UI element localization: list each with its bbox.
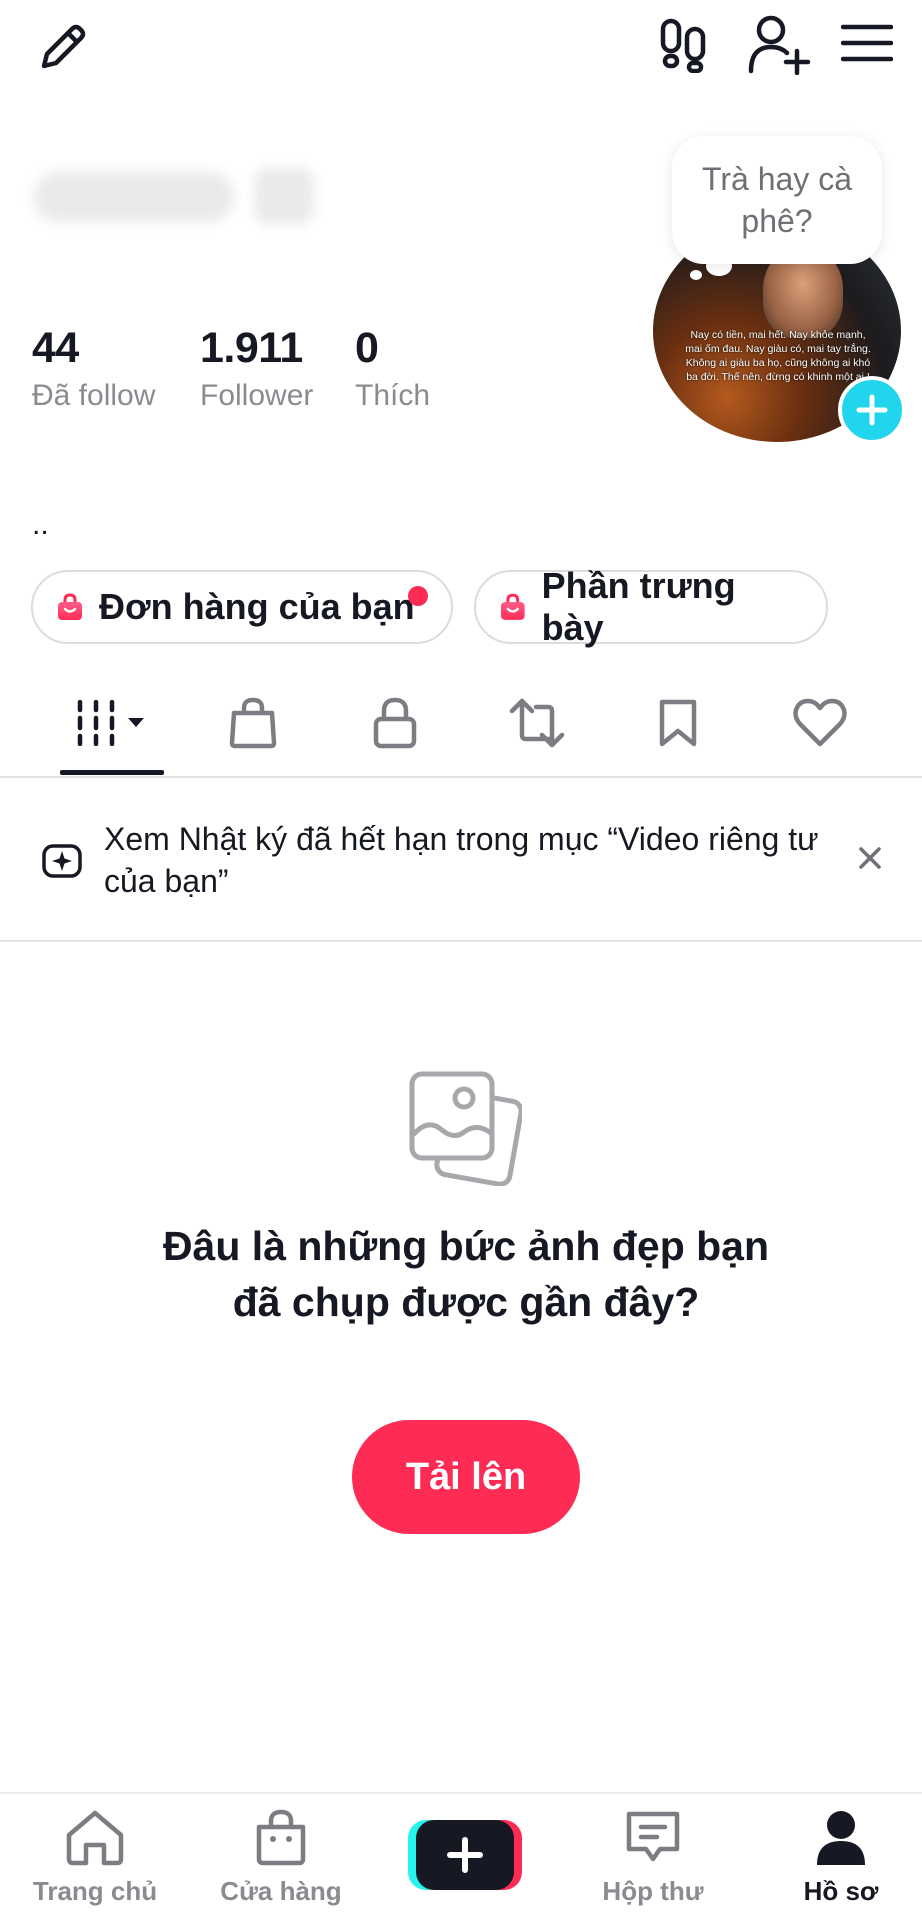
stat-followers[interactable]: 1.911 Follower — [200, 324, 313, 413]
followers-label: Follower — [200, 379, 314, 412]
your-orders-label: Đơn hàng của bạn — [99, 586, 415, 627]
shopping-bag-icon — [58, 593, 82, 620]
add-story-button[interactable] — [838, 376, 906, 444]
sparkle-icon — [40, 838, 84, 882]
lock-icon — [373, 697, 417, 749]
pencil-icon — [41, 24, 86, 69]
empty-state-title: Đâu là những bức ảnh đẹp bạn đã chụp đượ… — [162, 1223, 770, 1325]
shopping-bag-icon — [256, 1809, 306, 1866]
notice-text: Xem Nhật ký đã hết hạn trong mục “Video … — [104, 821, 819, 899]
grid-icon — [77, 700, 144, 746]
heart-icon — [793, 698, 847, 747]
close-icon — [859, 847, 881, 869]
add-user-icon — [748, 15, 811, 75]
create-button[interactable] — [408, 1818, 522, 1892]
following-label: Đã follow — [32, 379, 156, 412]
username-blurred — [34, 162, 334, 232]
note-bubble-text: Trà hay cà phê? — [702, 161, 852, 239]
nav-inbox[interactable]: Hộp thư — [578, 1806, 728, 1918]
plus-icon — [408, 1820, 522, 1890]
tab-saved[interactable] — [638, 686, 718, 760]
nav-profile[interactable]: Hồ sơ — [766, 1806, 916, 1918]
notification-dot — [408, 586, 428, 606]
followers-count: 1.911 — [200, 324, 303, 372]
showcase-label: Phần trưng bày — [541, 565, 736, 648]
close-notice-button[interactable] — [850, 838, 890, 878]
nav-shop[interactable]: Cửa hàng — [206, 1806, 356, 1918]
bubble-tail-small — [690, 270, 702, 280]
bottom-nav-divider — [0, 1792, 922, 1794]
inbox-icon — [626, 1811, 680, 1862]
shopping-bag-icon — [229, 697, 277, 749]
repost-icon — [509, 698, 565, 748]
note-bubble[interactable]: Trà hay cà phê? — [672, 136, 882, 264]
footprints-icon — [660, 18, 706, 73]
plus-icon — [856, 394, 888, 426]
menu-button[interactable] — [834, 10, 900, 76]
hamburger-menu-icon — [841, 24, 893, 62]
your-orders-button[interactable]: Đơn hàng của bạn — [31, 570, 453, 644]
tab-reposts[interactable] — [497, 686, 577, 760]
home-icon — [66, 1810, 124, 1866]
profile-visits-button[interactable] — [648, 8, 720, 80]
tab-liked[interactable] — [780, 686, 860, 760]
showcase-button[interactable]: Phần trưng bày — [474, 565, 828, 648]
likes-label: Thích — [355, 379, 431, 412]
avatar-caption: Nay có tiền, mai hết. Nay khỏe mạnh, mai… — [685, 329, 871, 383]
add-friends-button[interactable] — [742, 8, 818, 80]
tab-videos[interactable] — [60, 686, 164, 760]
bookmark-icon — [659, 699, 697, 747]
active-tab-indicator — [60, 770, 164, 775]
likes-count: 0 — [355, 324, 379, 372]
nav-shop-label: Cửa hàng — [220, 1876, 342, 1906]
profile-icon — [817, 1811, 865, 1865]
shopping-bag-icon — [500, 593, 525, 620]
stat-following[interactable]: 44 Đã follow — [32, 324, 155, 413]
upload-button[interactable]: Tải lên — [352, 1420, 580, 1534]
bio-text: .. — [32, 508, 49, 541]
following-count: 44 — [32, 324, 79, 372]
photos-icon — [408, 1070, 522, 1186]
nav-inbox-label: Hộp thư — [602, 1876, 704, 1906]
tab-private[interactable] — [355, 686, 435, 760]
nav-home[interactable]: Trang chủ — [20, 1806, 170, 1918]
nav-home-label: Trang chủ — [32, 1876, 158, 1906]
stat-likes[interactable]: 0 Thích — [355, 324, 430, 413]
notice-divider — [0, 940, 922, 942]
nav-profile-label: Hồ sơ — [803, 1876, 879, 1906]
tab-shop[interactable] — [213, 686, 293, 760]
edit-profile-button[interactable] — [28, 10, 100, 82]
